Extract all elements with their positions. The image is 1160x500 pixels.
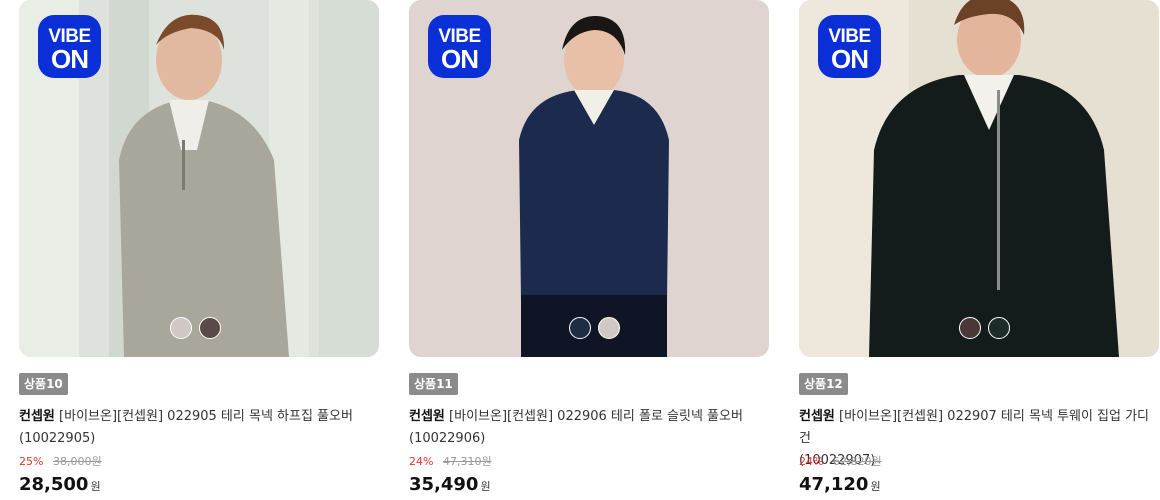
product-name[interactable]: 컨셉원 [바이브온][컨셉원] 022905 테리 목넥 하프집 풀오버 (10… [19, 406, 379, 450]
brand-name: 컨셉원 [799, 409, 835, 424]
product-title: [바이브온][컨셉원] 022907 테리 목넥 투웨이 집업 가디건 [799, 409, 1150, 446]
discount-line: 24% 47,310원 [409, 454, 492, 470]
product-tag: 상품10 [19, 373, 68, 395]
product-card[interactable]: VIBE ON 상품11 컨셉원 [바이브온][컨셉원] 022906 테리 폴… [409, 0, 769, 495]
discount-rate: 24% [409, 455, 434, 468]
product-card[interactable]: VIBE ON 상품10 컨셉원 [바이브온][컨셉원] 022905 테리 목… [19, 0, 379, 495]
original-price: 47,310원 [442, 455, 492, 468]
sale-price-value: 28,500 [19, 474, 89, 495]
product-name[interactable]: 컨셉원 [바이브온][컨셉원] 022906 테리 폴로 슬릿넥 풀오버 (10… [409, 406, 769, 450]
swatch-light-gray[interactable] [170, 317, 192, 339]
sale-price: 35,490 원 [409, 472, 491, 500]
product-code: (10022905) [19, 431, 96, 446]
color-swatches [569, 317, 620, 341]
product-grid: VIBE ON 상품10 컨셉원 [바이브온][컨셉원] 022905 테리 목… [0, 0, 1160, 500]
vibe-on-logo: VIBE ON [38, 15, 101, 78]
currency-unit: 원 [870, 480, 881, 493]
product-code: (10022906) [409, 431, 486, 446]
swatch-navy[interactable] [569, 317, 591, 339]
color-swatches [170, 317, 221, 341]
product-title: [바이브온][컨셉원] 022905 테리 목넥 하프집 풀오버 [59, 409, 353, 424]
product-title: [바이브온][컨셉원] 022906 테리 폴로 슬릿넥 풀오버 [449, 409, 743, 424]
original-price: 38,000원 [52, 455, 102, 468]
sale-price-value: 35,490 [409, 474, 479, 495]
swatch-dark-green[interactable] [988, 317, 1010, 339]
vibe-on-logo: VIBE ON [428, 15, 491, 78]
original-price: 62,820원 [832, 455, 882, 468]
vibe-on-logo: VIBE ON [818, 15, 881, 78]
product-image[interactable]: VIBE ON [799, 0, 1159, 357]
sale-price: 47,120 원 [799, 472, 881, 500]
discount-line: 24% 62,820원 [799, 454, 882, 470]
product-card[interactable]: VIBE ON 상품12 컨셉원 [바이브온][컨셉원] 022907 테리 목… [799, 0, 1159, 495]
swatch-dark-brown[interactable] [959, 317, 981, 339]
discount-rate: 25% [19, 455, 44, 468]
currency-unit: 원 [90, 480, 101, 493]
swatch-light-gray[interactable] [598, 317, 620, 339]
product-image[interactable]: VIBE ON [409, 0, 769, 357]
discount-rate: 24% [799, 455, 824, 468]
currency-unit: 원 [480, 480, 491, 493]
product-tag: 상품12 [799, 373, 848, 395]
discount-line: 25% 38,000원 [19, 454, 102, 470]
color-swatches [959, 317, 1010, 341]
brand-name: 컨셉원 [409, 409, 445, 424]
sale-price: 28,500 원 [19, 472, 101, 500]
swatch-dark-brown[interactable] [199, 317, 221, 339]
brand-name: 컨셉원 [19, 409, 55, 424]
product-image[interactable]: VIBE ON [19, 0, 379, 357]
product-tag: 상품11 [409, 373, 458, 395]
sale-price-value: 47,120 [799, 474, 869, 495]
